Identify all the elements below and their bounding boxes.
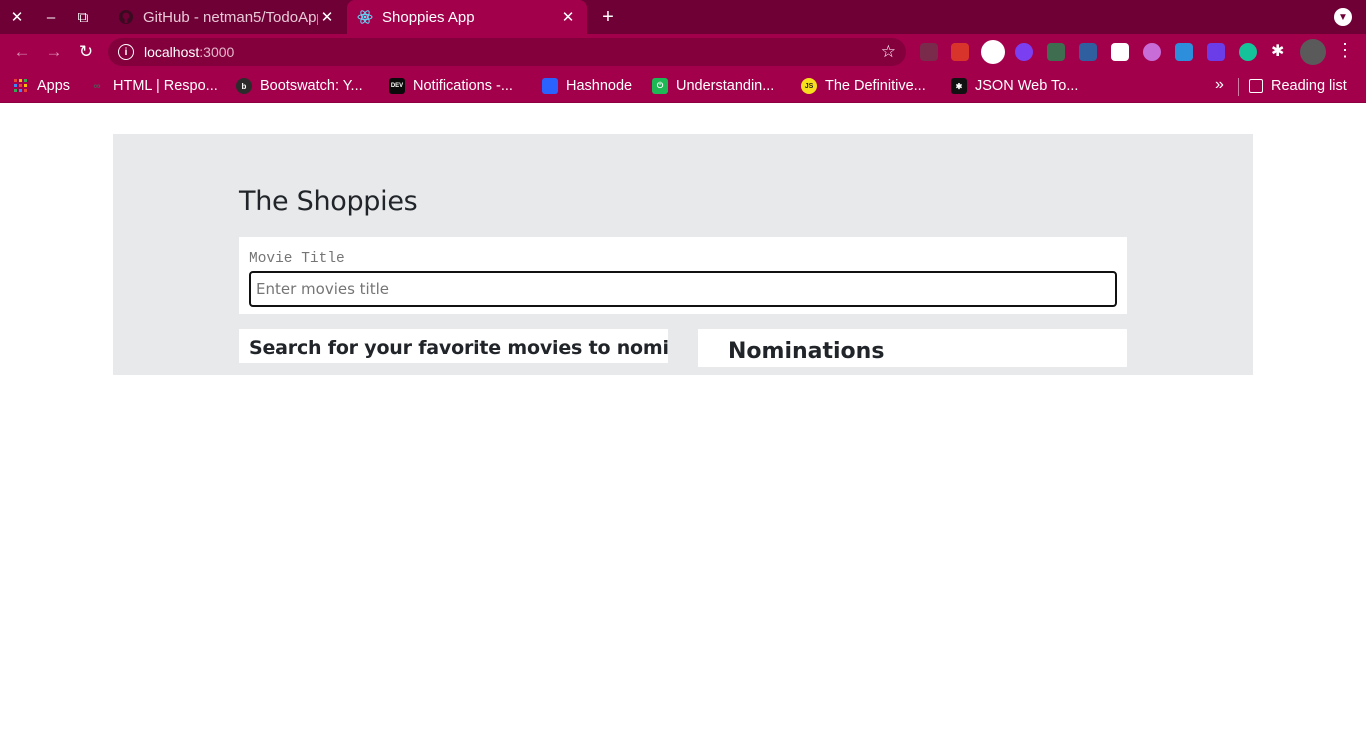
bookmark-jwt[interactable]: ✱ JSON Web To... — [951, 70, 1078, 102]
reading-list-icon — [1249, 79, 1263, 93]
bookmark-label: HTML | Respo... — [113, 78, 218, 94]
plus-icon: + — [602, 5, 614, 28]
close-tab-icon[interactable]: ✕ — [559, 8, 577, 26]
window-restore-button[interactable]: ⧉ — [67, 0, 99, 34]
movie-search-input[interactable] — [249, 271, 1117, 307]
movie-title-label: Movie Title — [249, 251, 345, 267]
rocket-extension-icon[interactable] — [1047, 43, 1065, 61]
bookmark-label: The Definitive... — [825, 78, 926, 94]
profile-avatar[interactable] — [1300, 39, 1326, 65]
js-icon: JS — [801, 78, 817, 94]
github-icon — [118, 9, 134, 25]
bookmark-dev-notifications[interactable]: DEV Notifications -... — [389, 70, 513, 102]
bookmark-label: JSON Web To... — [975, 78, 1079, 94]
apps-grid-icon — [13, 78, 29, 94]
page-title: The Shoppies — [239, 186, 418, 217]
bookmark-apps[interactable]: Apps — [13, 70, 70, 102]
bookmark-html-responsive[interactable]: ∞ HTML | Respo... — [89, 70, 218, 102]
bookmark-bootswatch[interactable]: b Bootswatch: Y... — [236, 70, 363, 102]
info-icon[interactable]: i — [118, 44, 134, 60]
bookmark-label: Hashnode — [566, 78, 633, 94]
bookmark-label: Apps — [37, 78, 71, 94]
download-extension-icon[interactable] — [1175, 43, 1193, 61]
window-close-button[interactable]: ✕ — [1, 0, 33, 34]
search-card: Movie Title — [239, 237, 1127, 314]
nominations-heading: Nominations — [728, 339, 885, 364]
bookmarks-separator — [1238, 78, 1239, 96]
bookmarks-overflow-button[interactable]: » — [1215, 76, 1224, 94]
bookmark-label: Bootswatch: Y... — [260, 78, 363, 94]
window-minimize-button[interactable]: – — [35, 0, 67, 34]
jumbotron: The Shoppies Movie Title Search for your… — [113, 134, 1253, 375]
red-extension-icon[interactable] — [951, 43, 969, 61]
restore-icon: ⧉ — [77, 8, 89, 26]
react-icon — [357, 9, 373, 25]
tab-github[interactable]: GitHub - netman5/TodoApp ✕ — [108, 0, 346, 34]
jwt-icon: ✱ — [951, 78, 967, 94]
grammarly-icon[interactable] — [1239, 43, 1257, 61]
reading-list-label: Reading list — [1271, 78, 1347, 94]
bookmark-extension-icon[interactable] — [1079, 43, 1097, 61]
reading-list-button[interactable]: Reading list — [1249, 70, 1347, 102]
hashnode-icon — [542, 78, 558, 94]
glasses-icon: ∞ — [93, 80, 101, 92]
minimize-icon: – — [46, 8, 56, 26]
new-tab-button[interactable]: + — [595, 0, 621, 34]
arrow-left-icon: ← — [13, 42, 31, 61]
close-tab-icon[interactable]: ✕ — [318, 8, 336, 26]
arrow-right-icon: → — [45, 42, 63, 61]
tab-search-button[interactable]: ▼ — [1334, 8, 1352, 26]
bootswatch-icon: b — [236, 78, 252, 94]
url-port: :3000 — [199, 44, 235, 60]
results-heading: Search for your favorite movies to nomin… — [249, 337, 668, 359]
reload-icon: ↻ — [78, 42, 94, 61]
nominations-card: Nominations — [698, 329, 1127, 367]
purple-extension-icon[interactable] — [1143, 43, 1161, 61]
forward-button[interactable]: → — [39, 34, 69, 70]
url-host: localhost — [144, 44, 200, 60]
tab-strip: ✕ – ⧉ GitHub - netman5/TodoApp ✕ Shoppie… — [0, 0, 1366, 34]
browser-toolbar: ← → ↻ i localhost:3000 ☆ ✱ ⋮ — [0, 34, 1366, 70]
rb-extension-icon[interactable] — [1111, 43, 1129, 61]
close-icon: ✕ — [10, 9, 24, 26]
flower-extension-icon[interactable] — [1015, 43, 1033, 61]
browser-menu-button[interactable]: ⋮ — [1336, 40, 1354, 61]
tab-title: Shoppies App — [382, 8, 475, 26]
kebab-menu-icon: ⋮ — [1336, 40, 1354, 60]
page-viewport: The Shoppies Movie Title Search for your… — [0, 104, 1366, 743]
dev-icon: DEV — [389, 78, 405, 94]
bookmark-hashnode[interactable]: Hashnode — [542, 70, 632, 102]
tab-shoppies[interactable]: Shoppies App ✕ — [347, 0, 587, 34]
bookmark-star-icon[interactable]: ☆ — [881, 42, 896, 62]
chat-extension-icon[interactable] — [1207, 43, 1225, 61]
pen-extension-icon[interactable] — [920, 43, 938, 61]
bookmark-definitive[interactable]: JS The Definitive... — [801, 70, 926, 102]
reload-button[interactable]: ↻ — [71, 34, 101, 70]
power-icon: ⏻ — [652, 78, 668, 94]
results-card: Search for your favorite movies to nomin… — [239, 329, 668, 363]
back-button[interactable]: ← — [7, 34, 37, 70]
bookmark-understanding[interactable]: ⏻ Understandin... — [652, 70, 774, 102]
address-bar[interactable]: i localhost:3000 ☆ — [108, 38, 906, 66]
extensions-puzzle-icon[interactable]: ✱ — [1271, 41, 1289, 60]
chevron-down-icon: ▼ — [1338, 11, 1348, 23]
bookmark-label: Notifications -... — [413, 78, 513, 94]
bookmark-label: Understandin... — [676, 78, 775, 94]
tab-title: GitHub - netman5/TodoApp — [143, 8, 318, 26]
share-extension-icon[interactable] — [981, 40, 1005, 64]
bookmarks-bar: Apps ∞ HTML | Respo... b Bootswatch: Y..… — [0, 70, 1366, 103]
